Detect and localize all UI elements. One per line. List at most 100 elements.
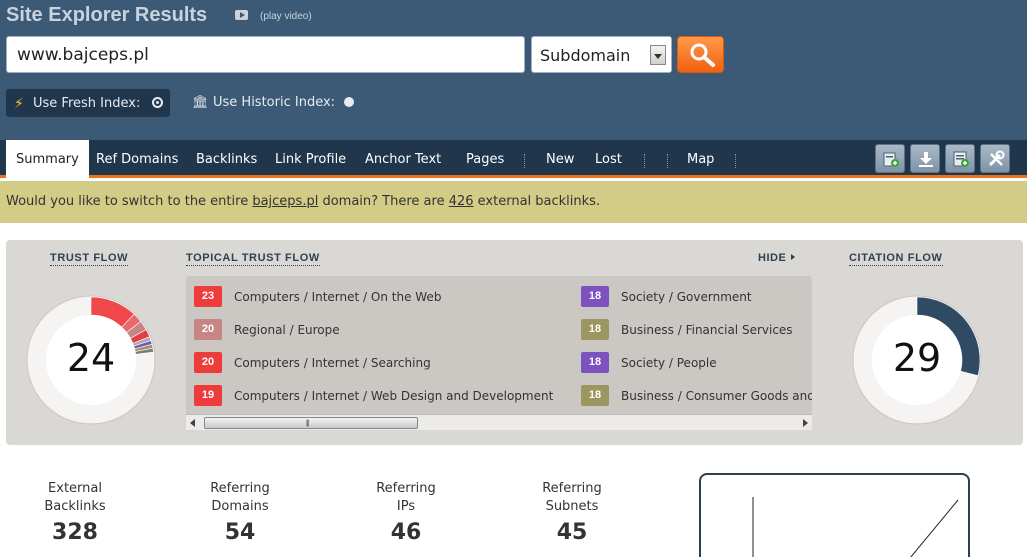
- horizontal-scrollbar[interactable]: |||: [186, 414, 812, 430]
- page-title: Site Explorer Results: [6, 4, 208, 26]
- hide-button[interactable]: HIDE: [758, 252, 796, 264]
- stat-value: 45: [556, 520, 588, 545]
- stat-referring-domains: Referring Domains 54: [175, 480, 305, 545]
- lightning-icon: ⚡: [14, 95, 24, 111]
- topical-score-badge: 18: [581, 352, 609, 373]
- topical-score-badge: 18: [581, 319, 609, 340]
- flow-metric-chart: [699, 473, 970, 557]
- trust-flow-value: 24: [66, 336, 116, 380]
- chevron-down-icon[interactable]: [650, 45, 666, 65]
- topical-item[interactable]: 18 Society / People: [581, 352, 812, 374]
- scrollbar-thumb[interactable]: |||: [204, 417, 418, 429]
- bank-icon: 🏛: [192, 94, 209, 109]
- scroll-right-icon[interactable]: [803, 419, 808, 427]
- tab-new[interactable]: New: [546, 140, 574, 175]
- domain-switch-notice: Would you like to switch to the entire b…: [0, 181, 1027, 223]
- topical-label: Society / Government: [621, 290, 752, 304]
- topical-label: Business / Financial Services: [621, 323, 793, 337]
- topical-label: Business / Consumer Goods and: [621, 389, 812, 403]
- play-video-icon[interactable]: [235, 10, 248, 20]
- tab-pages[interactable]: Pages: [466, 140, 504, 175]
- topical-score-badge: 20: [194, 319, 222, 340]
- tab-backlinks[interactable]: Backlinks: [196, 140, 257, 175]
- tools-button[interactable]: [980, 144, 1010, 173]
- notice-text: Would you like to switch to the entire b…: [6, 194, 600, 209]
- stat-value: 54: [224, 520, 256, 545]
- nav-separator: [735, 154, 736, 168]
- stat-value: 46: [390, 520, 422, 545]
- stat-label: External: [48, 481, 102, 496]
- url-input[interactable]: [6, 36, 525, 73]
- fresh-index-radio[interactable]: [152, 97, 163, 108]
- scope-select-value: Subdomain: [540, 46, 631, 65]
- tab-lost[interactable]: Lost: [595, 140, 622, 175]
- topical-label: Regional / Europe: [234, 323, 340, 337]
- tab-map[interactable]: Map: [687, 140, 714, 175]
- fresh-index-option[interactable]: ⚡ Use Fresh Index:: [6, 89, 170, 117]
- notice-part: domain? There are: [318, 194, 449, 209]
- nav-separator: [644, 154, 645, 168]
- topical-item[interactable]: 19 Computers / Internet / Web Design and…: [194, 385, 564, 407]
- chart-trend-line: [910, 499, 959, 557]
- topical-item[interactable]: 18 Business / Consumer Goods and: [581, 385, 812, 407]
- topical-score-badge: 19: [194, 385, 222, 406]
- stat-label: Referring: [376, 481, 436, 496]
- topical-item[interactable]: 18 Business / Financial Services: [581, 319, 812, 341]
- add-to-bucket-button[interactable]: [875, 144, 905, 173]
- stat-external-backlinks: External Backlinks 328: [10, 480, 140, 545]
- backlink-count-link[interactable]: 426: [449, 194, 474, 209]
- download-icon: [919, 152, 933, 167]
- download-button[interactable]: [910, 144, 940, 173]
- tab-summary[interactable]: Summary: [6, 140, 89, 178]
- topical-score-badge: 23: [194, 286, 222, 307]
- domain-link[interactable]: bajceps.pl: [252, 194, 318, 209]
- report-button[interactable]: [945, 144, 975, 173]
- scope-select[interactable]: Subdomain: [531, 36, 672, 73]
- topical-score-badge: 18: [581, 385, 609, 406]
- citation-flow-title: CITATION FLOW: [849, 252, 943, 266]
- topical-label: Computers / Internet / Web Design and De…: [234, 389, 554, 403]
- topical-score-badge: 18: [581, 286, 609, 307]
- historic-index-label: Use Historic Index:: [213, 95, 336, 110]
- topical-trust-flow-list: 23 Computers / Internet / On the Web 20 …: [186, 276, 812, 430]
- nav-separator: [524, 154, 525, 168]
- triangle-right-icon: [791, 254, 796, 260]
- tab-bar: Summary Ref Domains Backlinks Link Profi…: [0, 140, 1027, 178]
- notice-part: external backlinks.: [473, 194, 601, 209]
- stat-value: 328: [52, 520, 98, 545]
- topical-item[interactable]: 20 Computers / Internet / Searching: [194, 352, 564, 374]
- scroll-left-icon[interactable]: [190, 419, 195, 427]
- tools-icon: [988, 150, 1005, 167]
- historic-index-radio[interactable]: [344, 97, 354, 107]
- topical-label: Society / People: [621, 356, 717, 370]
- fresh-index-label: Use Fresh Index:: [33, 96, 141, 111]
- notice-part: Would you like to switch to the entire: [6, 194, 253, 209]
- stat-label: Subnets: [545, 499, 599, 514]
- search-button[interactable]: [677, 36, 724, 73]
- topical-item[interactable]: 23 Computers / Internet / On the Web: [194, 286, 564, 308]
- report-add-icon: [953, 151, 969, 167]
- topical-score-badge: 20: [194, 352, 222, 373]
- flow-metrics-panel: TRUST FLOW TOPICAL TRUST FLOW HIDE CITAT…: [6, 240, 1023, 445]
- tab-link-profile[interactable]: Link Profile: [275, 140, 346, 175]
- stat-label: IPs: [396, 499, 416, 514]
- stat-referring-ips: Referring IPs 46: [341, 480, 471, 545]
- topical-item[interactable]: 18 Society / Government: [581, 286, 812, 308]
- search-header: Site Explorer Results (play video) Subdo…: [0, 0, 1027, 140]
- topical-item[interactable]: 20 Regional / Europe: [194, 319, 564, 341]
- stat-referring-subnets: Referring Subnets 45: [507, 480, 637, 545]
- play-video-link[interactable]: (play video): [260, 11, 312, 22]
- tab-ref-domains[interactable]: Ref Domains: [96, 140, 178, 175]
- bucket-add-icon: [883, 152, 899, 167]
- topical-label: Computers / Internet / On the Web: [234, 290, 442, 304]
- hide-label: HIDE: [758, 252, 787, 264]
- search-icon: [690, 43, 715, 67]
- topical-label: Computers / Internet / Searching: [234, 356, 431, 370]
- nav-separator: [667, 154, 668, 168]
- flow-metric-chart-plot: [752, 497, 959, 557]
- tab-anchor-text[interactable]: Anchor Text: [365, 140, 441, 175]
- stat-label: Referring: [210, 481, 270, 496]
- stat-label: Referring: [542, 481, 602, 496]
- stat-label: Backlinks: [44, 499, 106, 514]
- citation-flow-value: 29: [892, 336, 942, 380]
